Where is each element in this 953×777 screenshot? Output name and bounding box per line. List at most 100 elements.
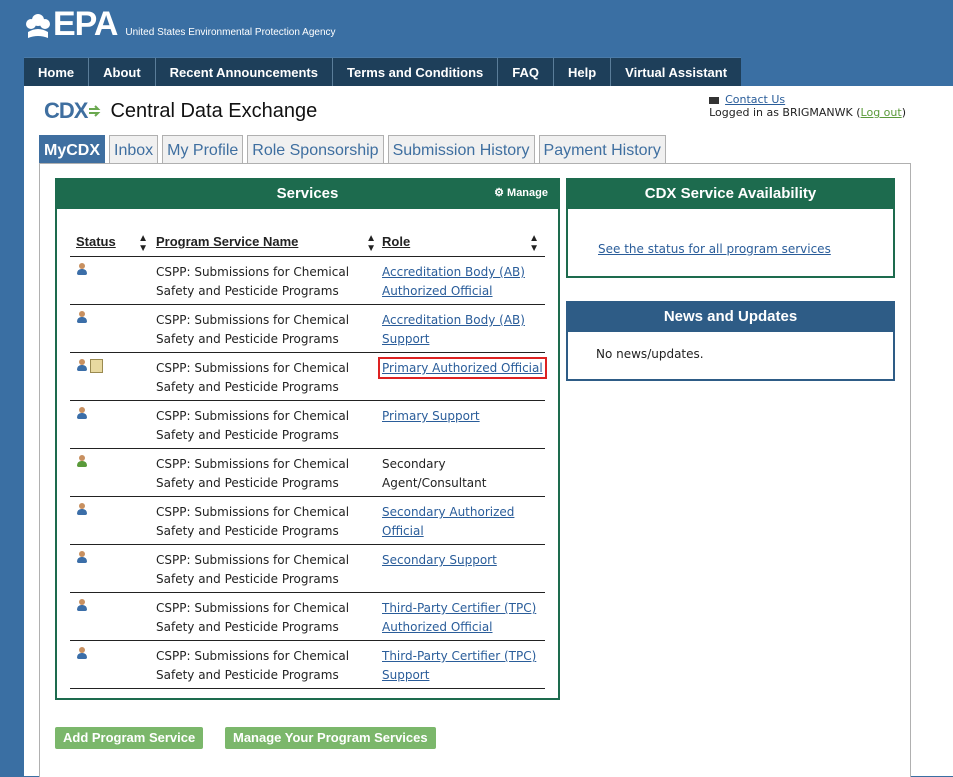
cdx-logo-text: CDX [44,98,88,123]
table-row: CSPP: Submissions for Chemical Safety an… [70,353,547,401]
tab-inbox[interactable]: Inbox [109,135,159,164]
role-link[interactable]: Accreditation Body (AB) Authorized Offic… [382,265,525,298]
table-row: CSPP: Submissions for Chemical Safety an… [70,401,545,449]
nav-home[interactable]: Home [24,58,90,87]
news-panel: News and Updates No news/updates. [566,301,895,381]
site-header: EPA United States Environmental Protecti… [0,0,953,57]
role-link[interactable]: Primary Authorized Official [378,357,547,379]
role-link[interactable]: Third-Party Certifier (TPC) Authorized O… [382,601,536,634]
role-cell: Secondary Agent/Consultant [382,449,545,496]
tab-payment-history[interactable]: Payment History [538,135,666,164]
table-header: Status ▲ ▼ Program Service Name ▲ ▼ Role ▲ ▼ [70,234,545,257]
status-cell [70,401,154,448]
role-link[interactable]: Third-Party Certifier (TPC) Support [382,649,536,682]
table-row: CSPP: Submissions for Chemical Safety an… [70,545,545,593]
col-status-label: Status [76,234,116,249]
role-cell: Primary Authorized Official [378,353,547,400]
epa-logo-text: EPA [53,5,118,43]
col-role[interactable]: Role ▲ ▼ [382,234,545,256]
table-row: CSPP: Submissions for Chemical Safety an… [70,449,545,497]
service-name-cell: CSPP: Submissions for Chemical Safety an… [156,361,350,394]
page-title: Central Data Exchange [110,99,318,122]
nav-help[interactable]: Help [554,58,612,87]
main-nav: Home About Recent Announcements Terms an… [24,57,742,87]
cdx-arrow-icon [89,105,101,117]
news-text: No news/updates. [596,347,704,361]
user-status-icon [76,359,88,372]
user-info: Contact Us Logged in as BRIGMANWK (Log o… [709,93,906,119]
manage-button[interactable]: ⚙ Manage [494,178,548,209]
service-name-cell: CSPP: Submissions for Chemical Safety an… [156,409,350,442]
table-row: CSPP: Submissions for Chemical Safety an… [70,593,545,641]
role-cell: Third-Party Certifier (TPC) Support [382,641,545,688]
contact-us-link[interactable]: Contact Us [725,93,785,106]
user-status-icon [76,263,88,276]
role-cell: Accreditation Body (AB) Support [382,305,545,352]
epa-logo[interactable]: EPA United States Environmental Protecti… [25,5,336,43]
services-panel: Services ⚙ Manage Status ▲ ▼ Program Servi… [55,178,560,700]
news-title: News and Updates [568,301,893,332]
table-row: CSPP: Submissions for Chemical Safety an… [70,257,545,305]
services-header: Services ⚙ Manage [57,178,558,209]
status-cell [70,257,154,304]
user-status-icon [76,311,88,324]
agency-name: United States Environmental Protection A… [125,27,336,38]
service-name-cell: CSPP: Submissions for Chemical Safety an… [156,265,350,298]
add-program-service-button[interactable]: Add Program Service [55,727,204,749]
service-status-link[interactable]: See the status for all program services [598,242,831,256]
role-link[interactable]: Accreditation Body (AB) Support [382,313,525,346]
manage-program-services-button[interactable]: Manage Your Program Services [225,727,436,749]
tab-role-sponsorship[interactable]: Role Sponsorship [247,135,384,164]
tab-my-profile[interactable]: My Profile [162,135,244,164]
role-cell: Secondary Support [382,545,545,592]
nav-recent-announcements[interactable]: Recent Announcements [156,58,333,87]
nav-terms[interactable]: Terms and Conditions [333,58,499,87]
nav-faq[interactable]: FAQ [498,58,554,87]
status-cell [70,497,154,544]
service-name-cell: CSPP: Submissions for Chemical Safety an… [156,601,350,634]
user-status-icon [76,503,88,516]
role-link[interactable]: Secondary Support [382,553,497,567]
role-cell: Secondary Authorized Official [382,497,545,544]
role-link[interactable]: Secondary Authorized Official [382,505,514,538]
table-row: CSPP: Submissions for Chemical Safety an… [70,305,545,353]
col-role-label: Role [382,234,411,249]
service-name-cell: CSPP: Submissions for Chemical Safety an… [156,457,350,490]
col-service-label: Program Service Name [156,234,299,249]
nav-virtual-assistant[interactable]: Virtual Assistant [611,58,741,87]
col-status[interactable]: Status ▲ ▼ [70,234,154,256]
status-cell [70,353,154,400]
sort-icon: ▲ ▼ [366,233,376,254]
tab-bar: MyCDX Inbox My Profile Role Sponsorship … [39,135,670,164]
role-cell: Primary Support [382,401,545,448]
nav-about[interactable]: About [89,58,156,87]
tab-mycdx[interactable]: MyCDX [39,135,106,164]
services-table: Status ▲ ▼ Program Service Name ▲ ▼ Role ▲ ▼ C… [70,234,547,689]
logout-paren-close: ) [901,106,906,119]
table-row: CSPP: Submissions for Chemical Safety an… [70,641,545,689]
service-name-cell: CSPP: Submissions for Chemical Safety an… [156,505,350,538]
main-panel: CDX Central Data Exchange Contact Us Log… [24,86,953,777]
epa-flower-icon [26,14,50,38]
service-name-cell: CSPP: Submissions for Chemical Safety an… [156,313,350,346]
availability-title: CDX Service Availability [568,178,893,209]
mail-icon [709,96,720,104]
col-program-service-name[interactable]: Program Service Name ▲ ▼ [154,234,382,256]
manage-label: Manage [507,187,548,199]
sort-icon: ▲ ▼ [138,233,148,254]
status-cell [70,449,154,496]
table-row: CSPP: Submissions for Chemical Safety an… [70,497,545,545]
tab-submission-history[interactable]: Submission History [387,135,535,164]
role-cell: Third-Party Certifier (TPC) Authorized O… [382,593,545,640]
table-body: CSPP: Submissions for Chemical Safety an… [70,257,547,689]
role-cell: Accreditation Body (AB) Authorized Offic… [382,257,545,304]
logged-in-text: Logged in as BRIGMANWK [709,106,853,119]
status-cell [70,305,154,352]
role-link[interactable]: Primary Support [382,409,480,423]
user-status-icon [76,599,88,612]
status-cell [70,593,154,640]
certificate-icon[interactable] [90,359,103,373]
status-cell [70,545,154,592]
user-status-icon [76,551,88,564]
logout-link[interactable]: Log out [861,106,902,119]
